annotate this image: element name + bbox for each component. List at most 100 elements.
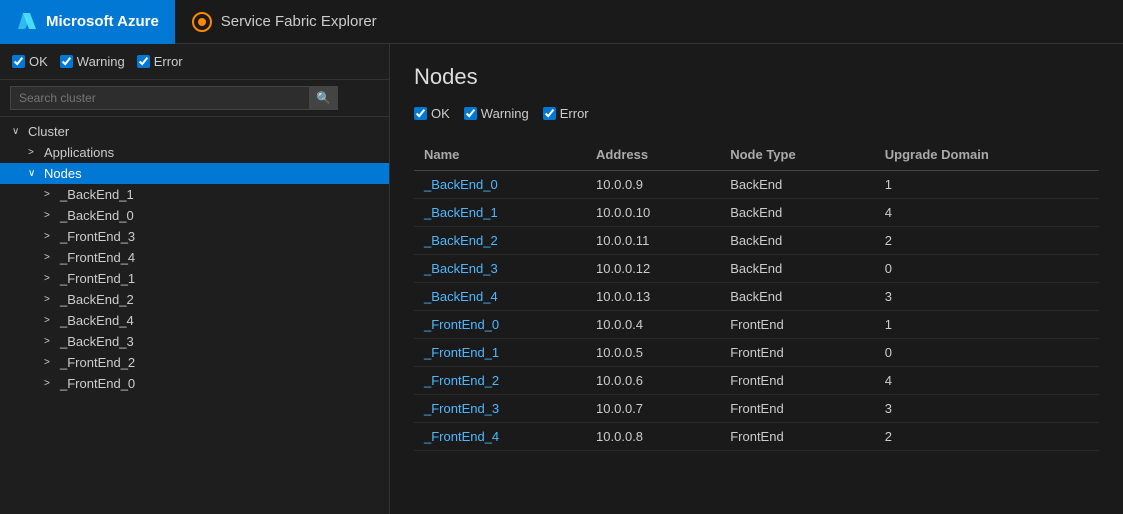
search-input[interactable] [10,86,310,110]
cell-name[interactable]: _FrontEnd_1 [414,339,586,367]
node-link[interactable]: _BackEnd_3 [424,261,498,276]
table-row: _BackEnd_3 10.0.0.12 BackEnd 0 [414,255,1099,283]
tree-item-cluster[interactable]: ∨Cluster [0,121,389,142]
main-area: OK Warning Error 🔍 ∨Cluster>Applications… [0,44,1123,514]
cell-upgrade-domain: 4 [875,367,1099,395]
cell-address: 10.0.0.6 [586,367,720,395]
content-ok-checkbox[interactable] [414,107,427,120]
tree-item-_backend_4[interactable]: >_BackEnd_4 [0,310,389,331]
tree-label: _FrontEnd_4 [60,250,135,265]
nodes-table: Name Address Node Type Upgrade Domain _B… [414,139,1099,451]
cell-name[interactable]: _FrontEnd_0 [414,311,586,339]
cell-node-type: BackEnd [720,255,875,283]
tree-item-applications[interactable]: >Applications [0,142,389,163]
cell-address: 10.0.0.7 [586,395,720,423]
cell-node-type: FrontEnd [720,339,875,367]
tree-arrow: ∨ [28,168,40,179]
table-header: Name Address Node Type Upgrade Domain [414,139,1099,171]
service-fabric-icon [191,11,213,33]
tree-arrow: > [44,231,56,242]
tree-label: _BackEnd_3 [60,334,134,349]
cell-upgrade-domain: 2 [875,423,1099,451]
tree: ∨Cluster>Applications∨Nodes>_BackEnd_1>_… [0,117,389,398]
cell-name[interactable]: _FrontEnd_4 [414,423,586,451]
cell-node-type: FrontEnd [720,367,875,395]
tree-item-_backend_1[interactable]: >_BackEnd_1 [0,184,389,205]
cell-address: 10.0.0.11 [586,227,720,255]
col-upgrade-domain: Upgrade Domain [875,139,1099,171]
cell-address: 10.0.0.13 [586,283,720,311]
azure-icon [16,11,38,33]
cell-upgrade-domain: 4 [875,199,1099,227]
content-filter-warning[interactable]: Warning [464,106,529,121]
col-name: Name [414,139,586,171]
content-filter-error[interactable]: Error [543,106,589,121]
content-ok-label: OK [431,106,450,121]
tree-label: Nodes [44,166,82,181]
sidebar-error-checkbox[interactable] [137,55,150,68]
node-link[interactable]: _BackEnd_0 [424,177,498,192]
tree-arrow: > [28,147,40,158]
tree-label: _FrontEnd_2 [60,355,135,370]
sidebar-warning-checkbox[interactable] [60,55,73,68]
content-filter-ok[interactable]: OK [414,106,450,121]
table-row: _BackEnd_0 10.0.0.9 BackEnd 1 [414,171,1099,199]
node-link[interactable]: _BackEnd_4 [424,289,498,304]
cell-upgrade-domain: 1 [875,171,1099,199]
node-link[interactable]: _FrontEnd_2 [424,373,499,388]
table-row: _FrontEnd_2 10.0.0.6 FrontEnd 4 [414,367,1099,395]
content-error-checkbox[interactable] [543,107,556,120]
cell-name[interactable]: _BackEnd_1 [414,199,586,227]
cell-name[interactable]: _BackEnd_0 [414,171,586,199]
cell-name[interactable]: _BackEnd_3 [414,255,586,283]
sidebar-filter-bar: OK Warning Error [0,44,389,80]
tree-label: _FrontEnd_3 [60,229,135,244]
tree-item-_frontend_3[interactable]: > _FrontEnd_3 [0,226,389,247]
tree-arrow: > [44,252,56,263]
sidebar: OK Warning Error 🔍 ∨Cluster>Applications… [0,44,390,514]
tree-item-_frontend_2[interactable]: >_FrontEnd_2 [0,352,389,373]
cell-name[interactable]: _FrontEnd_3 [414,395,586,423]
cell-address: 10.0.0.5 [586,339,720,367]
tree-item-_frontend_1[interactable]: >_FrontEnd_1 [0,268,389,289]
tree-item-_backend_2[interactable]: >_BackEnd_2 [0,289,389,310]
content-warning-label: Warning [481,106,529,121]
tree-label: _BackEnd_1 [60,187,134,202]
cell-name[interactable]: _FrontEnd_2 [414,367,586,395]
content-warning-checkbox[interactable] [464,107,477,120]
search-icon: 🔍 [310,86,338,110]
node-link[interactable]: _FrontEnd_1 [424,345,499,360]
content-filter-bar: OK Warning Error [414,106,1099,121]
sidebar-ok-checkbox[interactable] [12,55,25,68]
tree-item-_backend_0[interactable]: >_BackEnd_0 [0,205,389,226]
cell-node-type: BackEnd [720,283,875,311]
cell-upgrade-domain: 1 [875,311,1099,339]
app-title-label: Service Fabric Explorer [221,13,377,30]
tree-label: _FrontEnd_1 [60,271,135,286]
sidebar-filter-ok[interactable]: OK [12,54,48,69]
search-bar: 🔍 [0,80,389,117]
azure-logo: Microsoft Azure [0,0,175,44]
cell-name[interactable]: _BackEnd_4 [414,283,586,311]
table-row: _FrontEnd_3 10.0.0.7 FrontEnd 3 [414,395,1099,423]
cell-upgrade-domain: 3 [875,283,1099,311]
cell-name[interactable]: _BackEnd_2 [414,227,586,255]
table-row: _FrontEnd_0 10.0.0.4 FrontEnd 1 [414,311,1099,339]
node-link[interactable]: _BackEnd_1 [424,205,498,220]
node-link[interactable]: _BackEnd_2 [424,233,498,248]
tree-item-_frontend_0[interactable]: >_FrontEnd_0 [0,373,389,394]
node-link[interactable]: _FrontEnd_3 [424,401,499,416]
tree-item-_backend_3[interactable]: >_BackEnd_3 [0,331,389,352]
cell-address: 10.0.0.9 [586,171,720,199]
tree-label: _BackEnd_4 [60,313,134,328]
node-link[interactable]: _FrontEnd_0 [424,317,499,332]
sidebar-warning-label: Warning [77,54,125,69]
sidebar-filter-warning[interactable]: Warning [60,54,125,69]
node-link[interactable]: _FrontEnd_4 [424,429,499,444]
tree-arrow: > [44,210,56,221]
cell-upgrade-domain: 0 [875,255,1099,283]
nodes-tbody: _BackEnd_0 10.0.0.9 BackEnd 1 _BackEnd_1… [414,171,1099,451]
tree-item-nodes[interactable]: ∨ Nodes [0,163,389,184]
sidebar-filter-error[interactable]: Error [137,54,183,69]
tree-item-_frontend_4[interactable]: > _FrontEnd_4 [0,247,389,268]
